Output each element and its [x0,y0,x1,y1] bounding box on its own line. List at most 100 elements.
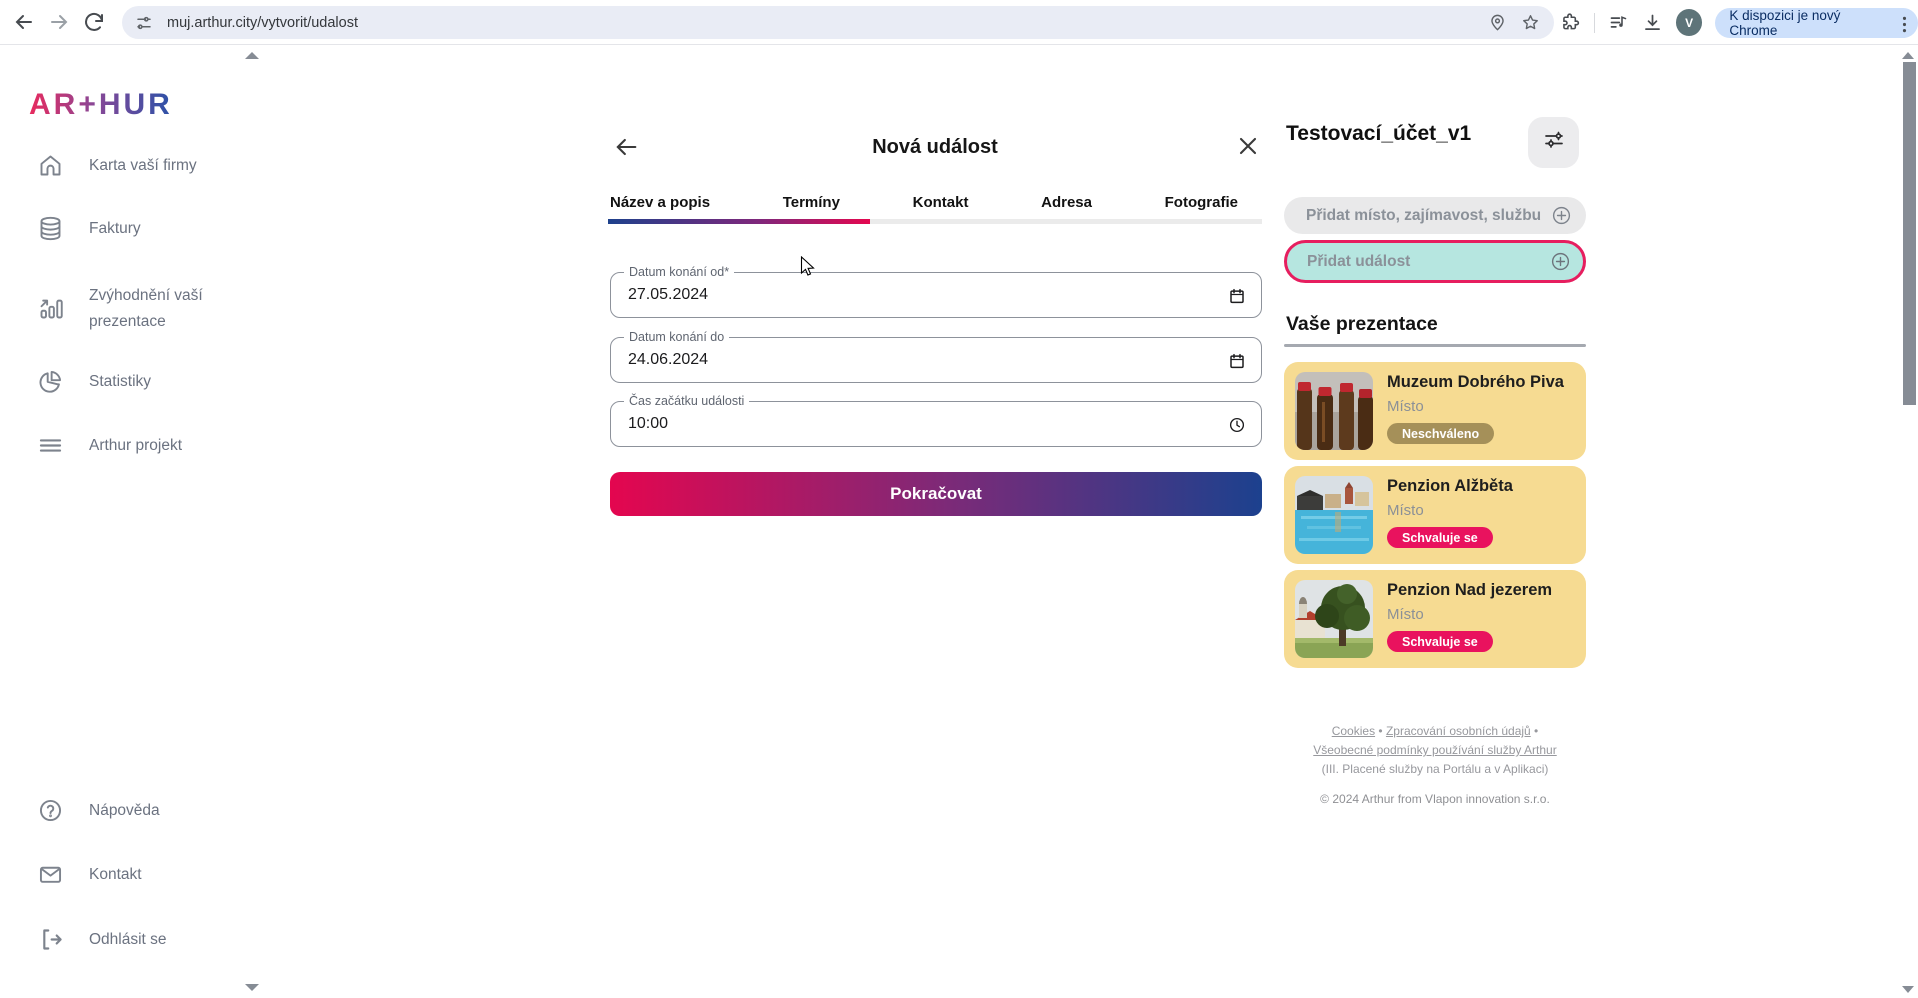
url-text[interactable]: muj.arthur.city/vytvorit/udalost [167,15,1488,31]
tab-dates[interactable]: Termíny [783,194,840,211]
sidebar-item-label: Karta vaší firmy [89,153,197,179]
calendar-icon[interactable] [1228,352,1246,370]
page-scrollbar-thumb[interactable] [1903,62,1916,405]
bullet-separator: • [1531,724,1539,738]
arthur-logo: AR+HUR [29,88,173,122]
start-time-field[interactable]: Čas začátku události 10:00 [610,401,1262,447]
sidebar-item-label: Zvýhodnění vaší prezentace [89,283,234,334]
mail-icon [37,861,64,888]
download-icon[interactable] [1642,12,1663,33]
account-name: Testovací_účet_v1 [1286,122,1471,146]
sidebar-item-label: Kontakt [89,862,142,888]
chrome-update-label: K dispozici je nový Chrome [1729,8,1888,38]
browser-back-icon[interactable] [12,10,36,34]
sidebar-item-help[interactable]: Nápověda [37,797,160,824]
cookies-link[interactable]: Cookies [1332,724,1375,738]
modal-title: Nová událost [608,136,1262,159]
sliders-icon [1542,128,1566,157]
modal-close-icon[interactable] [1234,132,1262,160]
sidebar-item-label: Faktury [89,216,141,242]
presentation-card-nad-jezerem[interactable]: Penzion Nad jezerem Místo Schvaluje se [1284,570,1586,668]
card-title: Penzion Nad jezerem [1387,581,1552,600]
menu-lines-icon [37,432,64,459]
chart-growth-icon [37,295,64,322]
app-window: muj.arthur.city/vytvorit/udalost V [0,0,1918,998]
sidebar-item-label: Odhlásit se [89,927,167,953]
card-thumbnail-beer-bottles [1295,372,1373,450]
add-place-button[interactable]: Přidat místo, zajímavost, službu [1284,197,1586,234]
bookmark-star-icon[interactable] [1521,13,1540,32]
tab-address[interactable]: Adresa [1041,194,1092,211]
page-scroll-up-icon[interactable] [1902,52,1914,59]
tab-contact[interactable]: Kontakt [913,194,969,211]
sidebar-item-boost-presentation[interactable]: Zvýhodnění vaší prezentace [37,283,234,334]
logout-icon [37,926,64,953]
sidebar-item-arthur-project[interactable]: Arthur projekt [37,432,182,459]
sidebar-item-statistics[interactable]: Statistiky [37,368,151,395]
date-to-value[interactable]: 24.06.2024 [628,351,708,369]
sidebar-item-logout[interactable]: Odhlásit se [37,926,167,953]
browser-reload-icon[interactable] [82,10,106,34]
page-scroll-down-icon[interactable] [1902,986,1914,993]
browser-forward-icon[interactable] [47,10,71,34]
chrome-update-pill[interactable]: K dispozici je nový Chrome [1715,8,1918,38]
presentations-heading: Vaše prezentace [1286,313,1438,336]
date-to-label: Datum konání do [624,330,729,344]
sidebar-item-label: Statistiky [89,369,151,395]
plus-circle-icon [1550,251,1571,272]
card-thumbnail-tree-pension [1295,580,1373,658]
personal-data-link[interactable]: Zpracování osobních údajů [1386,724,1531,738]
tab-name-description[interactable]: Název a popis [610,194,710,211]
card-title: Muzeum Dobrého Piva [1387,373,1564,392]
browser-avatar[interactable]: V [1676,9,1702,36]
bullet-separator: • [1375,724,1386,738]
sidebar-item-company-card[interactable]: Karta vaší firmy [37,152,197,179]
card-subtitle: Místo [1387,606,1424,623]
tab-photos[interactable]: Fotografie [1165,194,1238,211]
account-settings-button[interactable] [1528,117,1579,168]
location-pin-icon[interactable] [1488,13,1507,32]
date-to-field[interactable]: Datum konání do 24.06.2024 [610,337,1262,383]
extensions-puzzle-icon[interactable] [1560,12,1581,33]
presentation-card-muzeum[interactable]: Muzeum Dobrého Piva Místo Neschváleno [1284,362,1586,460]
start-time-label: Čas začátku události [624,394,749,408]
site-settings-icon[interactable] [135,14,153,32]
sidebar-scroll-down-icon[interactable] [245,984,259,991]
plus-circle-icon [1551,205,1572,226]
url-bar[interactable]: muj.arthur.city/vytvorit/udalost [122,6,1554,39]
terms-link[interactable]: Všeobecné podmínky používání služby Arth… [1313,743,1556,757]
status-badge: Neschváleno [1387,423,1494,444]
presentation-card-alzbeta[interactable]: Penzion Alžběta Místo Schvaluje se [1284,466,1586,564]
legal-note: (III. Placené služby na Portálu a v Apli… [1322,762,1549,776]
sidebar-scroll-up-icon[interactable] [245,52,259,59]
browser-menu-icon[interactable] [1894,14,1912,32]
card-subtitle: Místo [1387,502,1424,519]
copyright-text: © 2024 Arthur from Vlapon innovation s.r… [1264,792,1606,806]
add-event-label: Přidat událost [1307,253,1410,271]
sidebar-item-invoices[interactable]: Faktury [37,215,141,242]
clock-icon[interactable] [1228,416,1246,434]
home-icon [37,152,64,179]
date-from-label: Datum konání od* [624,265,734,279]
start-time-value[interactable]: 10:00 [628,415,668,433]
progress-fill [608,219,870,224]
card-title: Penzion Alžběta [1387,477,1513,496]
continue-button[interactable]: Pokračovat [610,472,1262,516]
toolbar-separator [1594,13,1595,33]
modal-tabs: Název a popis Termíny Kontakt Adresa Fot… [610,194,1260,211]
tabs-progress-track [608,219,1262,224]
calendar-icon[interactable] [1228,287,1246,305]
card-subtitle: Místo [1387,398,1424,415]
date-from-field[interactable]: Datum konání od* 27.05.2024 [610,272,1262,318]
pie-chart-icon [37,368,64,395]
status-badge: Schvaluje se [1387,631,1493,652]
media-playlist-icon[interactable] [1608,12,1629,33]
presentations-divider [1284,344,1586,347]
date-from-value[interactable]: 27.05.2024 [628,286,708,304]
sidebar-item-contact[interactable]: Kontakt [37,861,142,888]
add-event-button[interactable]: Přidat událost [1284,240,1586,283]
legal-links: Cookies • Zpracování osobních údajů • Vš… [1264,722,1606,779]
sidebar-item-label: Arthur projekt [89,433,182,459]
status-badge: Schvaluje se [1387,527,1493,548]
help-icon [37,797,64,824]
